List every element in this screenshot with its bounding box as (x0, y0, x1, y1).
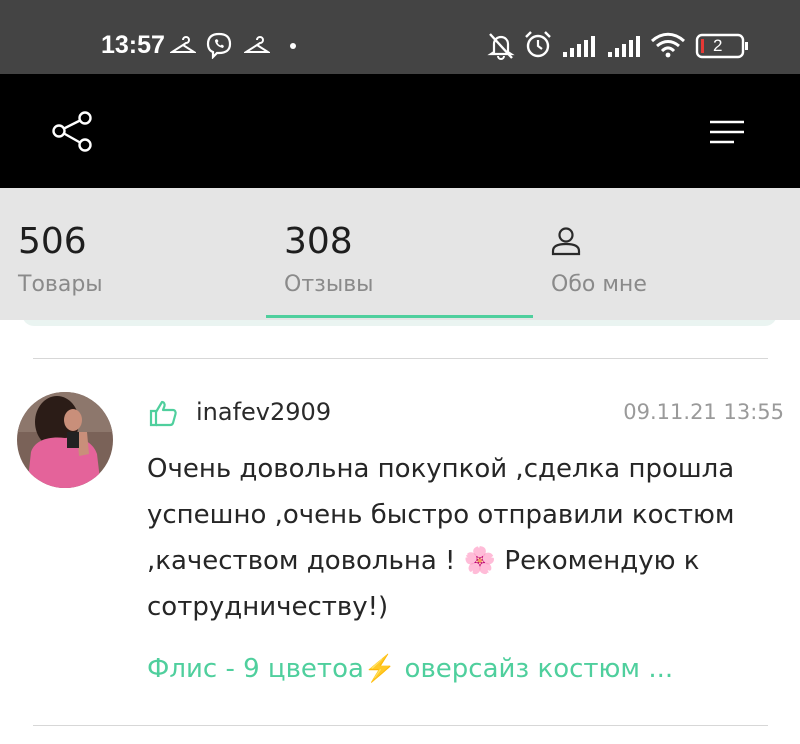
avatar[interactable] (17, 392, 113, 488)
status-bar: 13:57 2 (0, 0, 800, 74)
review-text: Очень довольна покупкой ,сделка прошла у… (147, 454, 735, 622)
notification-dot-icon (290, 43, 296, 49)
signal-icon (563, 36, 595, 57)
hanger-icon (244, 36, 270, 53)
reviews-count: 308 (284, 221, 353, 262)
signal-icon (608, 36, 640, 57)
wifi-icon (650, 32, 686, 58)
tab-reviews[interactable]: 308 Отзывы (266, 188, 533, 318)
profile-stats: 506 Товары 308 Отзывы Обо мне (0, 188, 800, 320)
share-icon[interactable] (50, 108, 96, 154)
menu-icon[interactable] (709, 120, 745, 146)
review-product-link[interactable]: Флис - 9 цветоа⚡️ оверсайз костюм ... (147, 654, 757, 684)
products-label: Товары (18, 272, 103, 297)
products-count: 506 (18, 221, 87, 262)
divider (33, 358, 768, 359)
about-label: Обо мне (551, 272, 647, 297)
thumbs-up-icon (149, 400, 177, 427)
battery-level: 2 (713, 36, 723, 55)
review-author[interactable]: inafev2909 (196, 398, 331, 426)
review-date: 09.11.21 13:55 (623, 400, 784, 424)
bell-muted-icon (487, 33, 515, 60)
status-time: 13:57 (101, 31, 165, 59)
user-icon (551, 227, 581, 256)
tab-products[interactable]: 506 Товары (0, 188, 267, 318)
divider (33, 725, 768, 726)
viber-icon (206, 32, 232, 59)
active-tab-indicator (266, 315, 533, 318)
tab-about[interactable]: Обо мне (533, 188, 800, 318)
reviews-label: Отзывы (284, 272, 374, 297)
app-bar (0, 74, 800, 188)
hanger-icon (170, 36, 196, 53)
alarm-icon (525, 31, 551, 58)
